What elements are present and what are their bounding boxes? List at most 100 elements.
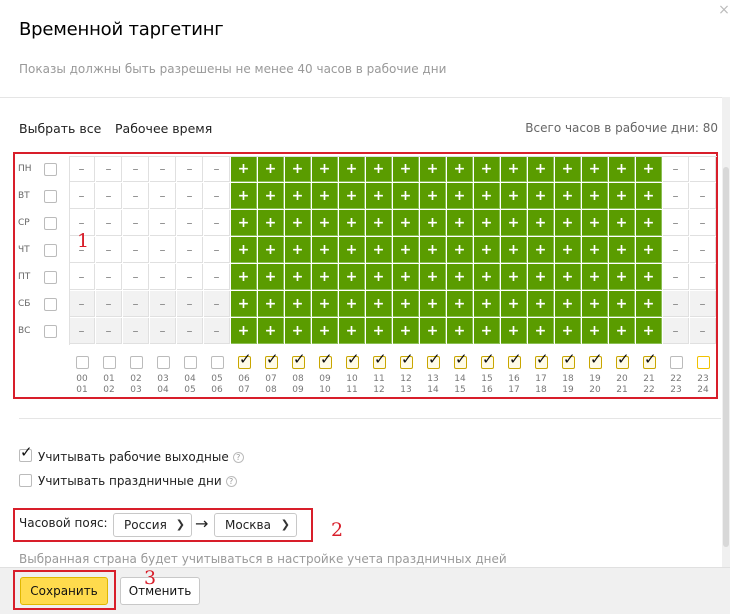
grid-cell-enabled[interactable]: + xyxy=(312,210,338,236)
grid-cell-enabled[interactable]: + xyxy=(285,264,311,290)
hour-column-checkbox[interactable]: ✓ xyxy=(292,352,306,369)
grid-cell-disabled[interactable]: – xyxy=(204,183,230,209)
grid-cell-disabled[interactable]: – xyxy=(150,264,176,290)
grid-cell-disabled[interactable]: – xyxy=(690,264,716,290)
grid-cell-enabled[interactable]: + xyxy=(258,183,284,209)
grid-cell-enabled[interactable]: + xyxy=(312,264,338,290)
grid-cell-disabled[interactable]: – xyxy=(96,237,122,263)
select-all-link[interactable]: Выбрать все xyxy=(19,121,101,136)
hour-column-checkbox[interactable]: ✓ xyxy=(400,352,414,369)
grid-cell-enabled[interactable]: + xyxy=(393,264,419,290)
grid-cell-enabled[interactable]: + xyxy=(609,318,635,344)
grid-cell-enabled[interactable]: + xyxy=(555,183,581,209)
grid-cell-enabled[interactable]: + xyxy=(366,291,392,317)
grid-cell-enabled[interactable]: + xyxy=(366,156,392,182)
hour-column-checkbox[interactable]: ✓ xyxy=(535,352,549,369)
grid-cell-enabled[interactable]: + xyxy=(474,291,500,317)
grid-cell-enabled[interactable]: + xyxy=(312,156,338,182)
grid-cell-enabled[interactable]: + xyxy=(366,210,392,236)
grid-cell-disabled[interactable]: – xyxy=(96,264,122,290)
grid-cell-enabled[interactable]: + xyxy=(258,318,284,344)
grid-cell-enabled[interactable]: + xyxy=(312,291,338,317)
grid-cell-enabled[interactable]: + xyxy=(393,291,419,317)
hour-column-checkbox[interactable]: ✓ xyxy=(616,352,630,369)
grid-cell-enabled[interactable]: + xyxy=(447,210,473,236)
grid-cell-disabled[interactable]: – xyxy=(69,264,95,290)
grid-cell-enabled[interactable]: + xyxy=(609,291,635,317)
grid-cell-enabled[interactable]: + xyxy=(501,156,527,182)
grid-cell-enabled[interactable]: + xyxy=(420,156,446,182)
hour-column-checkbox[interactable]: ✓ xyxy=(454,352,468,369)
grid-cell-enabled[interactable]: + xyxy=(636,291,662,317)
grid-cell-disabled[interactable]: – xyxy=(177,264,203,290)
grid-cell-disabled[interactable]: – xyxy=(123,156,149,182)
grid-cell-enabled[interactable]: + xyxy=(258,210,284,236)
grid-cell-disabled[interactable]: – xyxy=(663,183,689,209)
grid-cell-enabled[interactable]: + xyxy=(420,183,446,209)
grid-cell-disabled[interactable]: – xyxy=(96,318,122,344)
grid-cell-enabled[interactable]: + xyxy=(339,237,365,263)
hour-column-checkbox[interactable]: ✓ xyxy=(589,352,603,369)
grid-cell-disabled[interactable]: – xyxy=(150,183,176,209)
hour-column-checkbox[interactable] xyxy=(211,356,224,369)
grid-cell-disabled[interactable]: – xyxy=(150,318,176,344)
grid-cell-disabled[interactable]: – xyxy=(69,183,95,209)
hour-column-checkbox[interactable]: ✓ xyxy=(562,352,576,369)
grid-cell-disabled[interactable]: – xyxy=(690,318,716,344)
grid-cell-enabled[interactable]: + xyxy=(447,264,473,290)
grid-cell-enabled[interactable]: + xyxy=(339,291,365,317)
cancel-button[interactable]: Отменить xyxy=(120,577,200,605)
day-row-checkbox[interactable] xyxy=(44,298,57,311)
grid-cell-enabled[interactable]: + xyxy=(609,156,635,182)
grid-cell-disabled[interactable]: – xyxy=(663,264,689,290)
grid-cell-disabled[interactable]: – xyxy=(96,210,122,236)
grid-cell-enabled[interactable]: + xyxy=(447,291,473,317)
grid-cell-enabled[interactable]: + xyxy=(474,183,500,209)
grid-cell-enabled[interactable]: + xyxy=(231,291,257,317)
scrollbar-thumb[interactable] xyxy=(723,167,729,547)
day-row-checkbox[interactable] xyxy=(44,271,57,284)
grid-cell-enabled[interactable]: + xyxy=(312,318,338,344)
save-button[interactable]: Сохранить xyxy=(20,577,108,605)
grid-cell-enabled[interactable]: + xyxy=(582,291,608,317)
grid-cell-enabled[interactable]: + xyxy=(555,210,581,236)
grid-cell-enabled[interactable]: + xyxy=(474,264,500,290)
grid-cell-disabled[interactable]: – xyxy=(690,237,716,263)
grid-cell-disabled[interactable]: – xyxy=(204,291,230,317)
grid-cell-disabled[interactable]: – xyxy=(204,210,230,236)
grid-cell-enabled[interactable]: + xyxy=(636,156,662,182)
grid-cell-enabled[interactable]: + xyxy=(609,264,635,290)
grid-cell-disabled[interactable]: – xyxy=(204,156,230,182)
grid-cell-disabled[interactable]: – xyxy=(150,210,176,236)
grid-cell-enabled[interactable]: + xyxy=(609,210,635,236)
grid-cell-enabled[interactable]: + xyxy=(285,156,311,182)
grid-cell-enabled[interactable]: + xyxy=(420,264,446,290)
grid-cell-enabled[interactable]: + xyxy=(231,210,257,236)
grid-cell-disabled[interactable]: – xyxy=(69,318,95,344)
scrollbar[interactable] xyxy=(722,97,730,567)
grid-cell-disabled[interactable]: – xyxy=(690,210,716,236)
holidays-label[interactable]: Учитывать праздничные дни xyxy=(38,474,222,488)
grid-cell-enabled[interactable]: + xyxy=(447,183,473,209)
grid-cell-enabled[interactable]: + xyxy=(501,291,527,317)
grid-cell-enabled[interactable]: + xyxy=(366,183,392,209)
workdays-weekend-checkbox[interactable]: ✓ xyxy=(19,445,33,462)
grid-cell-enabled[interactable]: + xyxy=(501,264,527,290)
grid-cell-enabled[interactable]: + xyxy=(636,318,662,344)
grid-cell-enabled[interactable]: + xyxy=(420,210,446,236)
grid-cell-enabled[interactable]: + xyxy=(258,156,284,182)
grid-cell-enabled[interactable]: + xyxy=(420,318,446,344)
grid-cell-enabled[interactable]: + xyxy=(258,291,284,317)
grid-cell-enabled[interactable]: + xyxy=(231,156,257,182)
grid-cell-enabled[interactable]: + xyxy=(528,183,554,209)
grid-cell-disabled[interactable]: – xyxy=(204,318,230,344)
hour-column-checkbox[interactable] xyxy=(130,356,143,369)
grid-cell-enabled[interactable]: + xyxy=(339,210,365,236)
hour-column-checkbox[interactable] xyxy=(670,356,683,369)
grid-cell-enabled[interactable]: + xyxy=(339,318,365,344)
grid-cell-enabled[interactable]: + xyxy=(528,210,554,236)
grid-cell-enabled[interactable]: + xyxy=(393,210,419,236)
grid-cell-enabled[interactable]: + xyxy=(312,237,338,263)
grid-cell-enabled[interactable]: + xyxy=(636,210,662,236)
day-row-checkbox[interactable] xyxy=(44,163,57,176)
